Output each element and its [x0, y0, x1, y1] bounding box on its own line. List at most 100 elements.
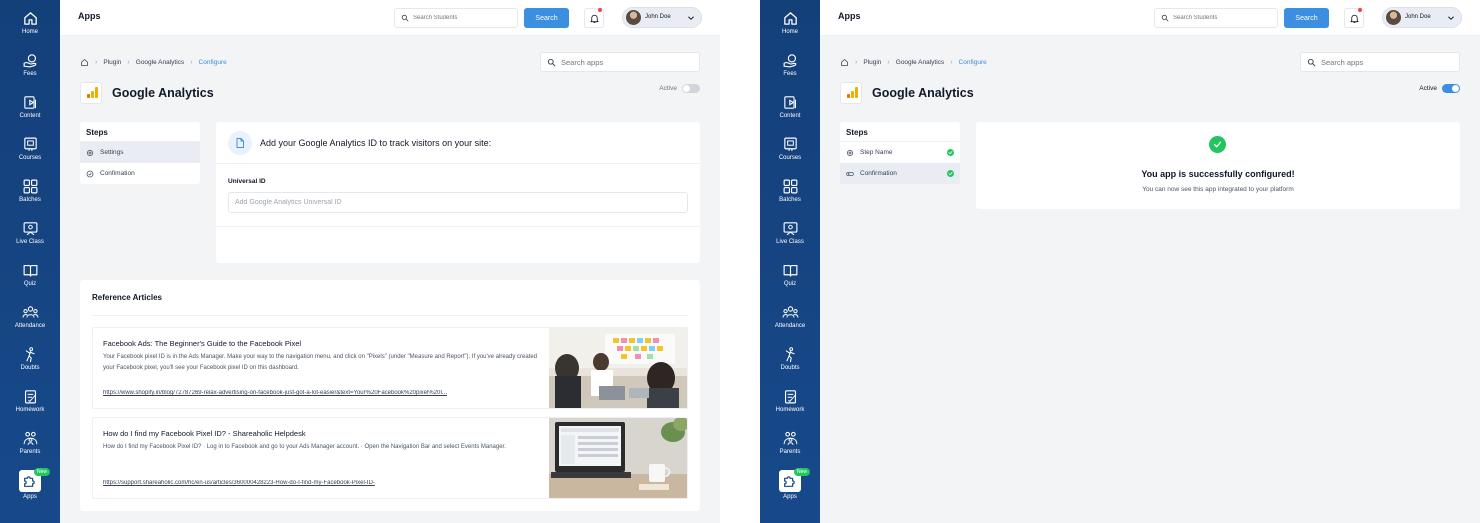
nav-item-quiz[interactable]: Quiz [0, 262, 60, 302]
search-apps-box [1300, 52, 1460, 72]
active-toggle[interactable] [682, 84, 700, 93]
active-toggle[interactable] [1442, 84, 1460, 93]
live-class-icon [22, 220, 39, 237]
user-name: John Doe [1405, 14, 1431, 20]
nav-item-parents[interactable]: Parents [760, 430, 820, 470]
nav-item-content[interactable]: Content [760, 94, 820, 134]
reference-articles-title: Reference Articles [92, 293, 162, 302]
article-card[interactable]: Facebook Ads: The Beginner's Guide to th… [92, 327, 688, 409]
active-label: Active [1419, 85, 1437, 92]
nav-item-parents[interactable]: Parents [0, 430, 60, 470]
nav-item-courses[interactable]: Courses [0, 136, 60, 176]
step-done-check-icon [947, 170, 954, 177]
nav-item-batches[interactable]: Batches [0, 178, 60, 218]
app-name: Google Analytics [112, 86, 214, 100]
nav-label: Batches [779, 197, 801, 203]
nav-item-content[interactable]: Content [0, 94, 60, 134]
search-button[interactable]: Search [1284, 8, 1329, 28]
universal-id-input[interactable] [228, 192, 688, 213]
search-icon [401, 14, 409, 22]
steps-panel: Steps Settings Confimation [80, 122, 200, 184]
search-apps-input[interactable] [561, 56, 691, 69]
step-confirmation[interactable]: Confirmation [840, 163, 960, 184]
nav-item-homework[interactable]: Homework [760, 388, 820, 428]
active-toggle-group: Active [659, 84, 700, 93]
nav-label: Apps [23, 494, 37, 500]
breadcrumb-item-plugin[interactable]: Plugin [103, 59, 121, 66]
breadcrumb-item-plugin[interactable]: Plugin [863, 59, 881, 66]
fees-icon [782, 52, 799, 69]
new-badge: New [794, 468, 811, 476]
article-link[interactable]: https://www.shopify.in/blog/72787269-rel… [103, 390, 543, 396]
settings-card: Add your Google Analytics ID to track vi… [216, 122, 700, 263]
page-title: Apps [78, 11, 101, 21]
step-settings[interactable]: Settings [80, 142, 200, 163]
chevron-right-icon: › [95, 58, 98, 66]
notifications-button[interactable] [1344, 8, 1364, 28]
nav-label: Courses [18, 155, 42, 161]
nav-item-fees[interactable]: Fees [760, 52, 820, 92]
nav-item-home[interactable]: Home [760, 10, 820, 50]
chevron-right-icon: › [127, 58, 130, 66]
nav-label: Courses [778, 155, 802, 161]
search-apps-input[interactable] [1321, 56, 1451, 69]
article-card[interactable]: How do I find my Facebook Pixel ID? - Sh… [92, 417, 688, 499]
nav-item-doubts[interactable]: Doubts [0, 346, 60, 386]
nav-item-doubts[interactable]: Doubts [760, 346, 820, 386]
active-label: Active [659, 85, 677, 92]
nav-item-home[interactable]: Home [0, 10, 60, 50]
success-check-icon [1209, 136, 1226, 153]
user-menu[interactable]: John Doe [1382, 7, 1462, 28]
quiz-icon [22, 262, 39, 279]
page-title: Apps [838, 11, 861, 21]
step-step-name[interactable]: Step Name [840, 142, 960, 163]
nav-item-apps[interactable]: New Apps [0, 468, 60, 510]
courses-icon [782, 136, 799, 153]
nav-item-live-class[interactable]: Live Class [0, 220, 60, 260]
user-menu[interactable]: John Doe [622, 7, 702, 28]
search-students-input[interactable] [1173, 11, 1273, 25]
breadcrumb-item-google-analytics[interactable]: Google Analytics [896, 59, 944, 66]
step-label: Settings [100, 149, 124, 156]
nav-label: Content [19, 113, 41, 119]
article-link[interactable]: https://support.shareaholic.com/hc/en-us… [103, 480, 543, 486]
search-students-input[interactable] [413, 11, 513, 25]
fees-icon [22, 52, 39, 69]
nav-item-homework[interactable]: Homework [0, 388, 60, 428]
chevron-right-icon: › [950, 58, 953, 66]
main-content: › Plugin › Google Analytics › Configure … [60, 36, 720, 523]
success-subtitle: You can now see this app integrated to y… [1142, 186, 1294, 193]
search-icon [1161, 14, 1169, 22]
home-icon[interactable] [840, 58, 849, 67]
steps-panel: Steps Step Name Confirmation [840, 122, 960, 184]
nav-item-attendance[interactable]: Attendance [0, 304, 60, 344]
nav-item-quiz[interactable]: Quiz [760, 262, 820, 302]
article-image-laptop [549, 418, 687, 498]
nav-item-apps[interactable]: New Apps [760, 468, 820, 510]
nav-item-batches[interactable]: Batches [760, 178, 820, 218]
step-label: Confimation [100, 170, 135, 177]
nav-item-fees[interactable]: Fees [0, 52, 60, 92]
step-confirmation[interactable]: Confimation [80, 163, 200, 184]
nav-item-courses[interactable]: Courses [760, 136, 820, 176]
search-button[interactable]: Search [524, 8, 569, 28]
main-content: › Plugin › Google Analytics › Configure … [820, 36, 1480, 523]
check-circle-icon [86, 170, 94, 178]
bell-icon [589, 13, 600, 24]
nav-item-attendance[interactable]: Attendance [760, 304, 820, 344]
google-analytics-logo [80, 82, 102, 104]
attendance-icon [782, 304, 799, 321]
home-icon[interactable] [80, 58, 89, 67]
app-header: Google Analytics [80, 82, 214, 104]
nav-label: Apps [783, 494, 797, 500]
success-card: You app is successfully configured! You … [976, 122, 1460, 209]
attendance-icon [22, 304, 39, 321]
step-done-check-icon [947, 149, 954, 156]
search-students-box [1154, 8, 1278, 28]
nav-item-live-class[interactable]: Live Class [760, 220, 820, 260]
home-icon [22, 10, 39, 27]
notifications-button[interactable] [584, 8, 604, 28]
homework-icon [22, 388, 39, 405]
chevron-down-icon [1447, 14, 1455, 22]
breadcrumb-item-google-analytics[interactable]: Google Analytics [136, 59, 184, 66]
